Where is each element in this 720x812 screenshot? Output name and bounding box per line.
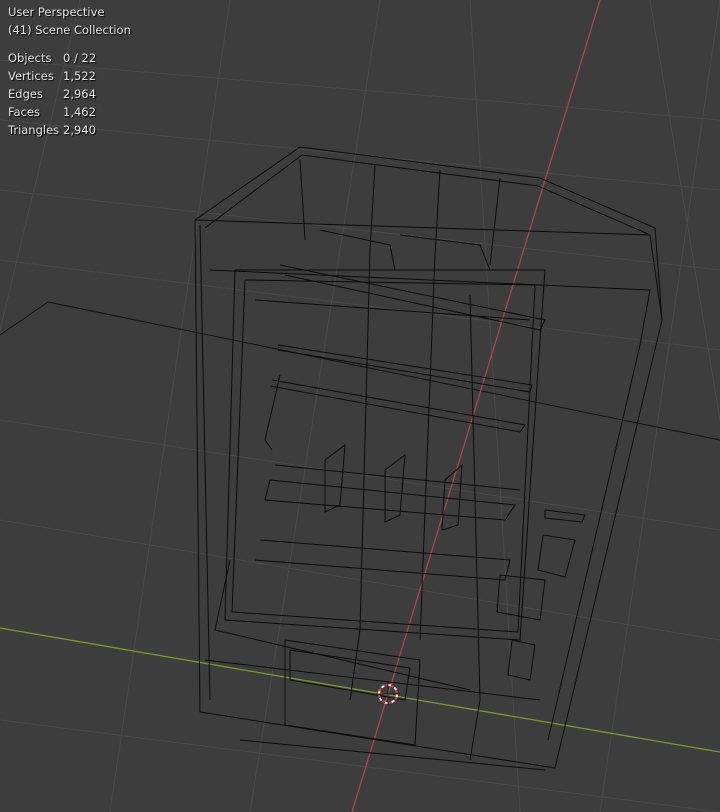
viewport-info-overlay: User Perspective (41) Scene Collection O… — [8, 3, 131, 139]
view-name: User Perspective — [8, 5, 105, 19]
stat-edges: Edges 2,964 — [8, 85, 131, 103]
stat-label: Vertices — [8, 69, 54, 83]
stat-triangles: Triangles 2,940 — [8, 121, 131, 139]
stat-value: 1,462 — [63, 105, 96, 119]
y-axis-line — [351, 0, 601, 812]
grid-line-dark — [47, 301, 720, 441]
stat-faces: Faces 1,462 — [8, 103, 131, 121]
stat-label: Objects — [8, 51, 52, 65]
stat-value: 0 / 22 — [63, 51, 97, 65]
scene-statistics: Objects 0 / 22 Vertices 1,522 Edges 2,964 F… — [8, 49, 131, 139]
stat-label: Faces — [8, 105, 40, 119]
collection-name: (41) Scene Collection — [8, 23, 131, 37]
stat-value: 2,940 — [63, 123, 96, 137]
stat-value: 2,964 — [63, 87, 96, 101]
stat-value: 1,522 — [63, 69, 96, 83]
vending-machine-wireframe[interactable] — [194, 146, 663, 771]
stat-label: Triangles — [8, 123, 60, 137]
horizon-line — [0, 301, 49, 336]
3d-cursor-icon[interactable] — [376, 682, 400, 706]
stat-vertices: Vertices 1,522 — [8, 67, 131, 85]
stat-label: Edges — [8, 87, 43, 101]
stat-objects: Objects 0 / 22 — [8, 49, 131, 67]
